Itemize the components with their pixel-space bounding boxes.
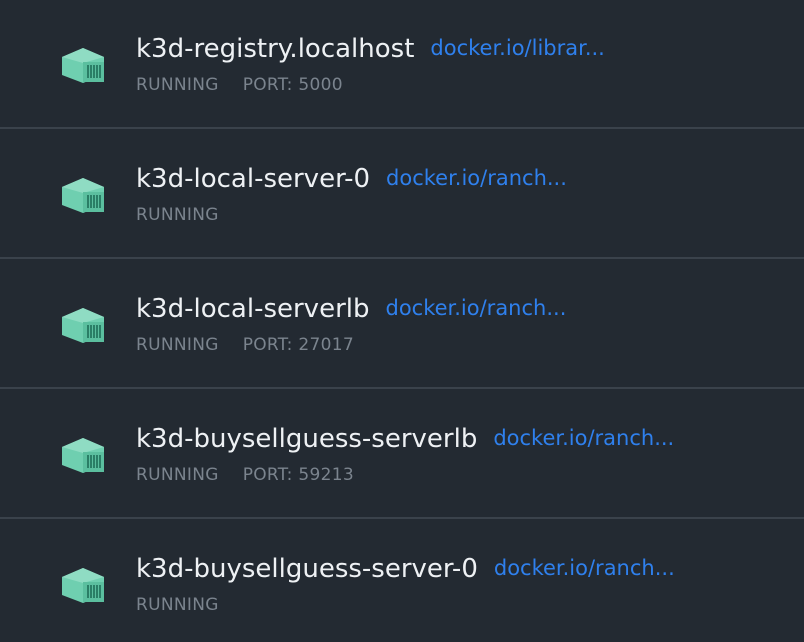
container-row[interactable]: k3d-local-server-0 docker.io/ranch... RUN… (0, 130, 804, 259)
container-icon (60, 435, 106, 475)
row-divider (0, 517, 804, 519)
status-label: RUNNING (136, 465, 219, 485)
image-link[interactable]: docker.io/ranch... (385, 296, 566, 320)
container-name: k3d-buysellguess-serverlb docker.io/ranch… (136, 424, 675, 454)
status-label: RUNNING (136, 595, 219, 615)
status-label: RUNNING (136, 75, 219, 95)
port-label: PORT: 59213 (242, 465, 354, 485)
image-link[interactable]: docker.io/ranch... (493, 426, 674, 450)
container-meta: RUNNING (136, 205, 243, 225)
container-name: k3d-buysellguess-server-0 docker.io/ranch… (136, 554, 675, 584)
container-icon (60, 175, 106, 215)
container-meta: RUNNING PORT: 59213 (136, 465, 354, 485)
container-meta: RUNNING PORT: 5000 (136, 75, 343, 95)
image-link[interactable]: docker.io/ranch... (386, 166, 567, 190)
port-label: PORT: 27017 (242, 335, 354, 355)
container-meta: RUNNING PORT: 27017 (136, 335, 354, 355)
row-divider (0, 387, 804, 389)
container-row[interactable]: k3d-buysellguess-server-0 docker.io/ranch… (0, 520, 804, 642)
container-row[interactable]: k3d-registry.localhost docker.io/librar..… (0, 0, 804, 129)
container-row[interactable]: k3d-local-serverlb docker.io/ranch... RUN… (0, 260, 804, 389)
container-row[interactable]: k3d-buysellguess-serverlb docker.io/ranch… (0, 390, 804, 519)
container-name: k3d-local-serverlb docker.io/ranch... (136, 294, 567, 324)
image-link[interactable]: docker.io/librar... (430, 36, 604, 60)
container-icon (60, 565, 106, 605)
image-link[interactable]: docker.io/ranch... (494, 556, 675, 580)
status-label: RUNNING (136, 205, 219, 225)
container-name: k3d-registry.localhost docker.io/librar..… (136, 34, 605, 64)
port-label: PORT: 5000 (242, 75, 343, 95)
container-name: k3d-local-server-0 docker.io/ranch... (136, 164, 567, 194)
container-meta: RUNNING (136, 595, 243, 615)
container-icon (60, 45, 106, 85)
row-divider (0, 127, 804, 129)
container-list: k3d-registry.localhost docker.io/librar..… (0, 0, 804, 642)
status-label: RUNNING (136, 335, 219, 355)
container-icon (60, 305, 106, 345)
row-divider (0, 257, 804, 259)
